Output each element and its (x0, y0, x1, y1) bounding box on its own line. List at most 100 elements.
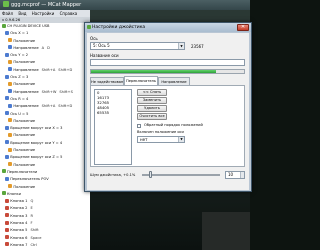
tree-node-icon (8, 89, 13, 94)
device-tree[interactable]: CH PLUGIN DEVICE USB Ось X = 1 Положение На… (0, 23, 90, 250)
spin-arrows-icon[interactable] (240, 172, 244, 178)
tree-item-binding: Space (30, 235, 42, 240)
tree-item[interactable]: Кнопка 1Q (0, 198, 90, 205)
tree-item[interactable]: Вращение вокруг оси Y = 4 (0, 140, 90, 147)
tree-node-icon (5, 52, 10, 57)
clear-positions-button[interactable]: Очистить все (137, 113, 167, 120)
tree-item[interactable]: Вращение вокруг оси Z = 5 (0, 154, 90, 161)
menu-file[interactable]: Файл (2, 11, 13, 16)
tree-node-icon (5, 125, 10, 130)
tree-item[interactable]: Ось X = 1 (0, 30, 90, 37)
tree-item-label: Вращение вокруг оси Z = 5 (10, 155, 63, 160)
tree-item-label: CH PLUGIN DEVICE USB (7, 24, 50, 28)
tree-item[interactable]: Кнопки (0, 191, 90, 198)
menu-help[interactable]: Справка (60, 11, 78, 16)
tree-item[interactable]: Переключатель POV (0, 176, 90, 183)
bidir-select[interactable]: нет ▼ (137, 136, 185, 143)
tab-switch[interactable]: Переключатель (124, 76, 158, 85)
tree-item-label: Направление (13, 67, 39, 72)
tree-item[interactable]: Ось R = 4 (0, 96, 90, 103)
tree-item-binding: E (30, 206, 33, 211)
tree-item-label: Кнопка 2 (10, 206, 28, 211)
tree-item[interactable]: Положение (0, 118, 90, 125)
tab-direction[interactable]: Направление (158, 77, 190, 85)
deadzone-spinner[interactable]: 10 (225, 171, 245, 179)
positions-list[interactable]: 0 16173 32765 48405 65535 (94, 89, 132, 165)
tree-item[interactable]: Положение (0, 162, 90, 169)
tree-item[interactable]: Направление Shift+A Shift+D (0, 103, 90, 110)
tree-item[interactable]: Ось Y = 2 (0, 52, 90, 59)
tree-node-icon (8, 45, 13, 50)
close-icon: ✕ (240, 24, 246, 30)
tree-item[interactable]: Вращение вокруг оси X = 3 (0, 125, 90, 132)
tree-node-icon (5, 140, 10, 145)
tree-item[interactable]: Положение (0, 184, 90, 191)
tree-item-binding: D (47, 45, 50, 50)
tree-item[interactable]: Положение (0, 81, 90, 88)
tree-item[interactable]: CH PLUGIN DEVICE USB (0, 23, 90, 30)
tree-item-label: Ось R = 4 (10, 96, 29, 101)
tree-item-binding: F (30, 221, 33, 226)
tree-item[interactable]: Кнопка 7 Ctrl (0, 242, 90, 249)
tree-item-binding: Shift+A (41, 67, 56, 72)
tree-node-icon (5, 96, 10, 101)
tree-item[interactable]: Направление Shift+A Shift+D (0, 67, 90, 74)
tree-item[interactable]: Направление A D (0, 45, 90, 52)
tree-item[interactable]: Направление Shift+W Shift+S (0, 89, 90, 96)
replace-position-button[interactable]: Заменить (137, 97, 167, 104)
tree-node-icon (5, 227, 10, 232)
tree-item[interactable]: Кнопка 4F (0, 220, 90, 227)
deadzone-value: 10 (228, 172, 234, 177)
tree-node-icon (5, 235, 10, 240)
tree-node-icon (2, 191, 6, 196)
tree-item-label: Направление (13, 45, 39, 50)
axis-select[interactable]: 5: Ось 5 ▼ (90, 42, 185, 50)
list-item[interactable]: 65535 (95, 110, 131, 115)
tree-item-binding: Shift (30, 228, 39, 233)
bidir-label: Включен положение оси (137, 130, 184, 134)
tree-item[interactable]: Положение (0, 38, 90, 45)
add-position-button[interactable]: << Снять (137, 89, 167, 96)
tree-item-label: Переключатели (7, 169, 38, 174)
tree-item-binding: Shift+D (58, 67, 73, 72)
chevron-down-icon: ▼ (178, 43, 184, 49)
tree-item[interactable]: Переключатели (0, 169, 90, 176)
axis-name-input[interactable] (90, 59, 245, 66)
tree-item-label: Вращение вокруг оси Y = 4 (10, 140, 63, 145)
tree-item[interactable]: Кнопка 5 Shift (0, 227, 90, 234)
tree-item[interactable]: Ось Z = 3 (0, 74, 90, 81)
tree-item[interactable]: Ось U = 5 (0, 111, 90, 118)
background-desktop (202, 212, 250, 250)
invert-order-checkbox[interactable] (137, 124, 141, 128)
tree-item-label: Положение (13, 82, 36, 87)
tree-node-icon (8, 38, 13, 43)
tree-node-icon (8, 147, 13, 152)
close-button[interactable]: ✕ (237, 24, 249, 31)
tree-node-icon (8, 59, 13, 64)
tree-item[interactable]: Положение (0, 132, 90, 139)
tab-unused[interactable]: Не задействовано (90, 77, 124, 85)
tree-item-label: Переключатель POV (10, 177, 49, 182)
axis-position-bar (90, 69, 245, 74)
deadzone-slider[interactable] (142, 174, 220, 176)
tree-node-icon (5, 74, 10, 79)
tree-item[interactable]: Кнопка 2E (0, 205, 90, 212)
tree-node-icon (8, 67, 13, 72)
menu-settings[interactable]: Настройки (32, 11, 55, 16)
tree-node-icon (5, 111, 10, 116)
axis-position-fill (91, 70, 217, 73)
tree-item-label: Положение (13, 148, 36, 153)
tree-node-icon (8, 103, 13, 108)
tree-item[interactable]: Кнопка 3R (0, 213, 90, 220)
tree-item[interactable]: Положение (0, 59, 90, 66)
tree-item[interactable]: Кнопка 6 Space (0, 235, 90, 242)
tree-item-label: Направление (13, 104, 39, 109)
tree-item-label: Ось X = 1 (10, 31, 29, 36)
menu-view[interactable]: Вид (18, 11, 26, 16)
deadzone-slider-thumb[interactable] (148, 171, 152, 178)
tree-item-label: Ось Y = 2 (10, 53, 29, 58)
delete-position-button[interactable]: Удалить (137, 105, 167, 112)
tree-item-label: Кнопки (7, 191, 21, 196)
tree-item[interactable]: Положение (0, 147, 90, 154)
tree-item-binding: Q (30, 199, 34, 204)
